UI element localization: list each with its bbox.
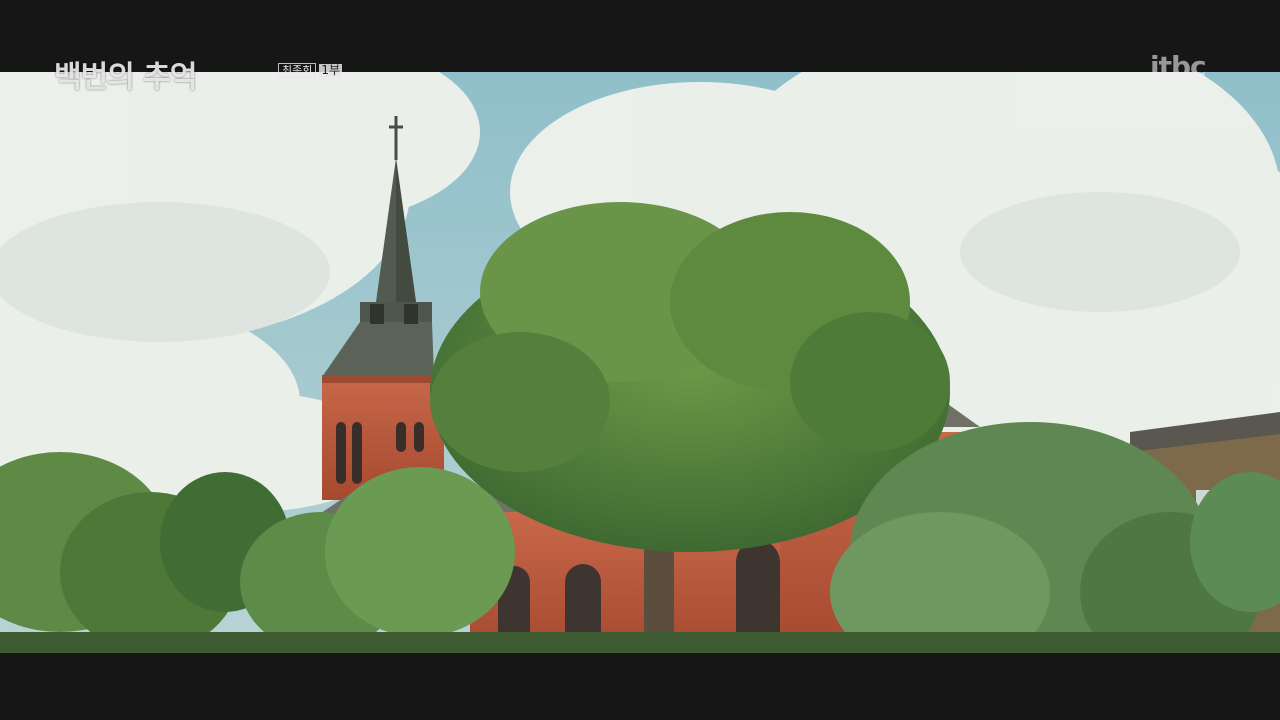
letterbox-bottom bbox=[0, 653, 1280, 720]
hedge bbox=[0, 632, 1280, 653]
program-title-logo: 백번의 추억 bbox=[54, 60, 197, 95]
church-scene-illustration bbox=[0, 72, 1280, 653]
episode-part: 1부 bbox=[319, 63, 343, 77]
video-frame: 백번의 추억 최종회 1부 jtbc bbox=[0, 0, 1280, 720]
scene-photo bbox=[0, 72, 1280, 653]
episode-name: 최종회 bbox=[278, 63, 317, 78]
episode-badge: 최종회 1부 bbox=[278, 63, 343, 78]
channel-logo: jtbc bbox=[1150, 50, 1207, 83]
left-trees bbox=[0, 452, 515, 652]
